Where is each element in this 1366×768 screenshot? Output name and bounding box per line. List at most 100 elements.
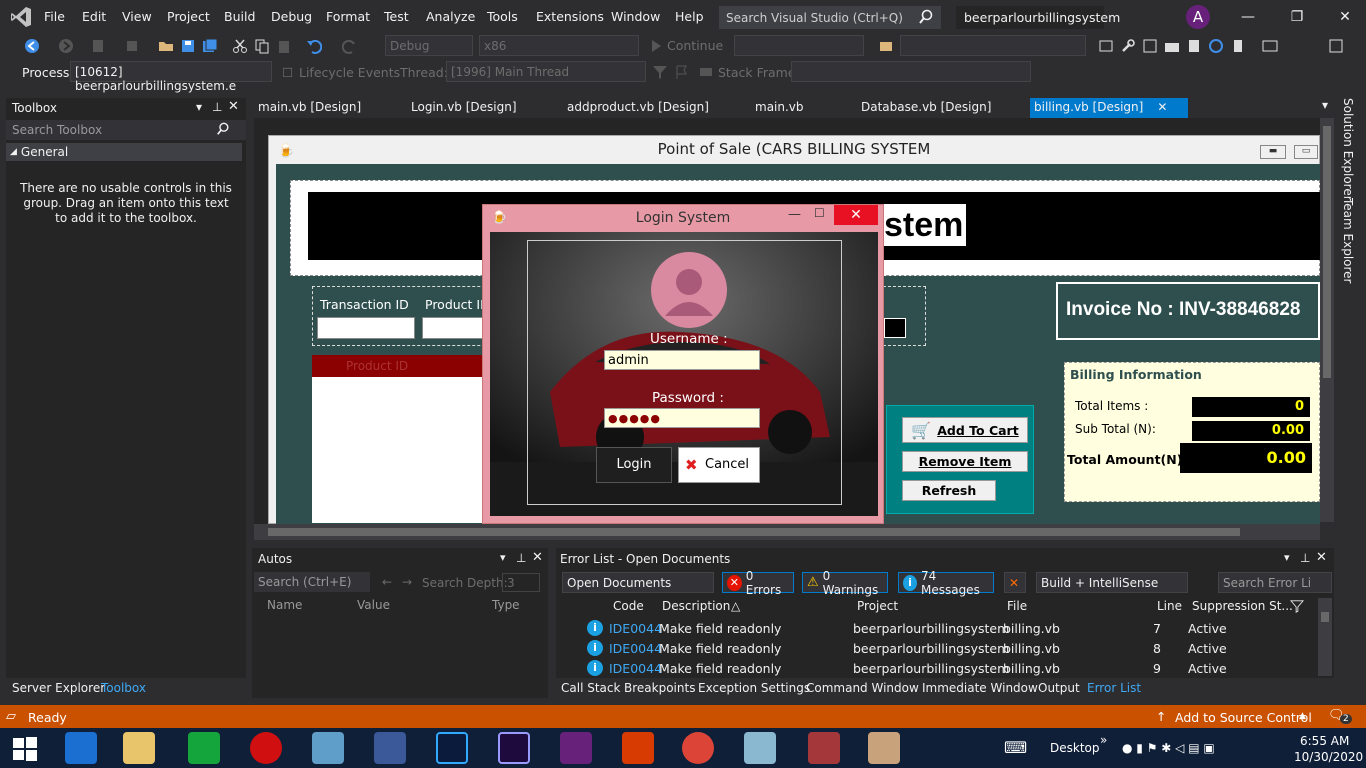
pin-icon[interactable]	[1230, 38, 1246, 54]
transaction-id-input[interactable]	[317, 317, 415, 339]
tab-main-code[interactable]: main.vb	[751, 98, 808, 118]
toolbar-expand-icon[interactable]: »	[1100, 733, 1107, 747]
clock-date[interactable]: 10/30/2020	[1294, 750, 1363, 764]
window-layout-icon[interactable]	[1262, 38, 1278, 54]
form-minimize-icon[interactable]: ▬	[1260, 145, 1286, 159]
billing-app-icon[interactable]	[868, 732, 900, 764]
vs-search-input[interactable]: Search Visual Studio (Ctrl+Q)	[719, 6, 941, 29]
column-code[interactable]: Code	[613, 599, 644, 613]
tab-billing-design[interactable]: billing.vb [Design] ✕	[1030, 98, 1188, 118]
pin-icon[interactable]: ⊥	[1300, 551, 1310, 565]
row-code[interactable]: IDE0044	[609, 621, 662, 636]
menu-build[interactable]: Build	[224, 9, 255, 24]
clock-time[interactable]: 6:55 AM	[1300, 734, 1349, 748]
grid-header-product-id[interactable]: Product ID	[312, 355, 488, 377]
continue-icon[interactable]	[648, 38, 664, 54]
toolbox-search-input[interactable]: Search Toolbox	[6, 120, 246, 140]
new-project-icon[interactable]	[90, 38, 106, 54]
dropdown-arrow-icon[interactable]: ▾	[196, 100, 202, 114]
lifecycle-events-dropdown[interactable]: Lifecycle Events	[299, 65, 400, 80]
open-folder-icon[interactable]	[158, 38, 174, 54]
column-description[interactable]: Description	[662, 599, 730, 613]
warnings-filter-button[interactable]: ⚠ 0 Warnings	[802, 569, 888, 597]
office-icon[interactable]	[622, 732, 654, 764]
clear-filter-icon[interactable]: ✕	[1004, 572, 1026, 593]
add-to-source-control[interactable]: Add to Source Control	[1175, 710, 1312, 725]
internet-explorer-icon[interactable]	[65, 732, 97, 764]
tab-team-explorer[interactable]: Team Explorer	[1341, 198, 1355, 284]
globe-icon[interactable]	[1208, 38, 1224, 54]
username-input[interactable]: admin	[604, 350, 760, 370]
errors-filter-button[interactable]: ✕ 0 Errors	[722, 569, 794, 597]
store-icon[interactable]	[188, 732, 220, 764]
tab-command-window[interactable]: Command Window	[806, 681, 919, 695]
tab-database-design[interactable]: Database.vb [Design]	[857, 98, 995, 118]
filter-icon[interactable]	[652, 64, 668, 80]
table-row[interactable]: i IDE0044 Make field readonly beerparlou…	[556, 619, 1316, 639]
tab-toolbox[interactable]: Toolbox	[101, 681, 146, 695]
forward-icon[interactable]	[58, 38, 74, 54]
remove-item-button[interactable]: Remove Item	[902, 451, 1028, 472]
tab-server-explorer[interactable]: Server Explorer	[12, 681, 105, 695]
hidden-textbox[interactable]	[884, 318, 906, 338]
menu-analyze[interactable]: Analyze	[426, 9, 475, 24]
close-icon[interactable]: ✕	[532, 550, 543, 565]
menu-debug[interactable]: Debug	[271, 9, 312, 24]
close-icon[interactable]: ✕	[1316, 550, 1327, 565]
tab-addproduct-design[interactable]: addproduct.vb [Design]	[563, 98, 713, 118]
login-button[interactable]: Login	[596, 447, 672, 483]
designer-horizontal-scrollbar[interactable]	[254, 524, 1320, 540]
windows-start-icon[interactable]	[12, 736, 38, 762]
filter-icon[interactable]	[1290, 599, 1304, 613]
continue-button[interactable]: Continue	[667, 38, 723, 53]
menu-edit[interactable]: Edit	[82, 9, 106, 24]
app-icon[interactable]	[312, 732, 344, 764]
menu-file[interactable]: File	[44, 9, 65, 24]
error-scope-dropdown[interactable]: Open Documents	[562, 572, 714, 593]
login-close-icon[interactable]: ✕	[834, 205, 878, 225]
refresh-button[interactable]: Refresh	[902, 480, 996, 501]
source-control-dropdown-icon[interactable]: ▲	[1299, 711, 1306, 721]
tray-icons[interactable]: ● ▮ ⚑ ✱ ◁ ▤ ▣	[1122, 741, 1215, 755]
menu-extensions[interactable]: Extensions	[536, 9, 604, 24]
cancel-button[interactable]: ✖ Cancel	[678, 447, 760, 483]
tab-output[interactable]: Output	[1038, 681, 1080, 695]
toolbox-icon[interactable]	[1098, 38, 1114, 54]
keyboard-icon[interactable]: ⌨	[1004, 738, 1027, 757]
search-back-icon[interactable]: ←	[382, 575, 392, 589]
search-forward-icon[interactable]: →	[402, 575, 412, 589]
copy-icon[interactable]	[254, 38, 270, 54]
tab-solution-explorer[interactable]: Solution Explorer	[1341, 98, 1355, 201]
designer-vertical-scrollbar[interactable]	[1320, 118, 1334, 522]
autos-column-type[interactable]: Type	[492, 598, 520, 612]
pin-icon[interactable]: ⊥	[212, 100, 222, 114]
menu-tools[interactable]: Tools	[487, 9, 518, 24]
minimize-icon[interactable]: —	[1239, 8, 1257, 26]
tab-exception-settings[interactable]: Exception Settings	[698, 681, 810, 695]
product-id-input[interactable]	[422, 317, 484, 339]
row-code[interactable]: IDE0044	[609, 641, 662, 656]
debug-target-dropdown[interactable]	[734, 35, 864, 56]
back-icon[interactable]	[24, 38, 40, 54]
cart-data-grid[interactable]	[312, 355, 488, 523]
properties-icon[interactable]	[1142, 38, 1158, 54]
form-maximize-icon[interactable]: ▭	[1294, 145, 1318, 159]
save-icon[interactable]	[180, 38, 196, 54]
close-icon[interactable]: ✕	[228, 99, 239, 114]
solution-configuration-dropdown[interactable]: Debug	[385, 35, 473, 56]
subtotal-value[interactable]: 0.00	[1192, 421, 1310, 441]
stack-icon[interactable]	[698, 64, 714, 80]
build-filter-dropdown[interactable]: Build + IntelliSense	[1036, 572, 1188, 593]
table-row[interactable]: i IDE0044 Make field readonly beerparlou…	[556, 639, 1316, 659]
account-avatar[interactable]: A	[1186, 5, 1210, 29]
column-line[interactable]: Line	[1157, 599, 1182, 613]
dropdown-arrow-icon[interactable]: ▾	[500, 551, 506, 564]
messages-filter-button[interactable]: i 74 Messages	[898, 569, 994, 597]
login-maximize-icon[interactable]: ☐	[814, 206, 825, 220]
thread-dropdown[interactable]: [1996] Main Thread	[446, 61, 646, 82]
restore-icon[interactable]: ❐	[1288, 8, 1306, 26]
close-icon[interactable]: ✕	[1157, 100, 1167, 114]
live-share-icon[interactable]	[1328, 38, 1344, 54]
bluetooth-like-icon[interactable]	[1186, 38, 1202, 54]
menu-project[interactable]: Project	[167, 9, 210, 24]
